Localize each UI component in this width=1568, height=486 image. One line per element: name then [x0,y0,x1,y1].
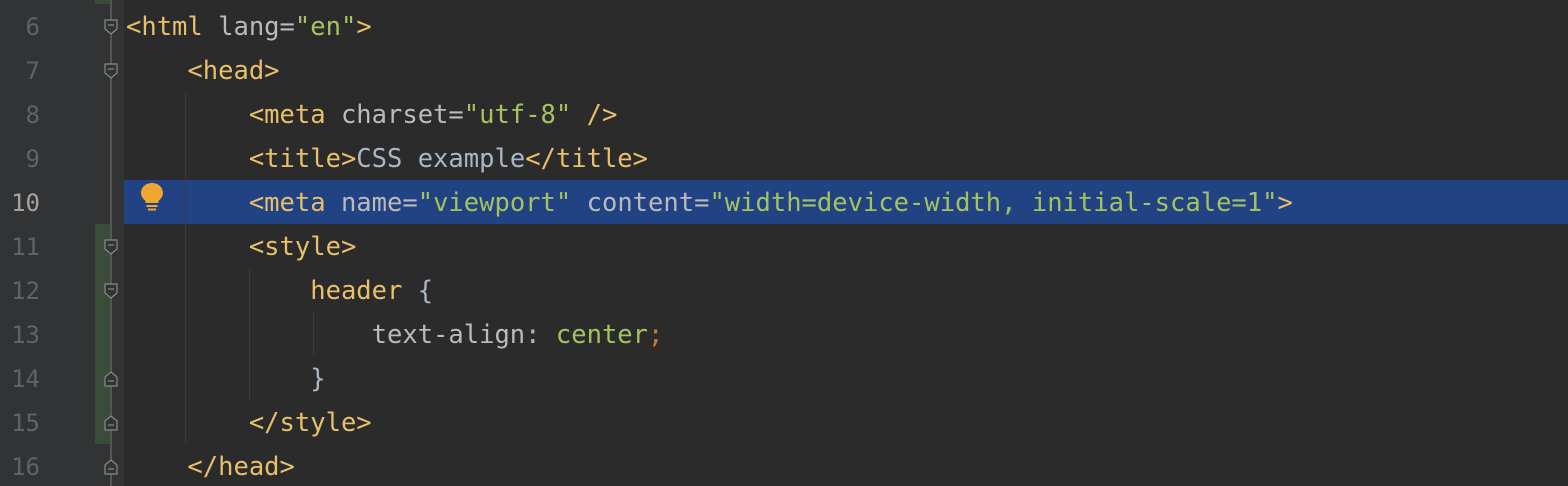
code-token: <meta [248,100,341,130]
lightbulb-icon[interactable] [139,182,165,212]
code-token: } [310,364,326,394]
code-token: <html [126,12,219,42]
code-token: </title> [525,144,649,174]
code-token: charset= [340,100,464,130]
code-token: ; [648,320,664,350]
fold-close-icon[interactable] [104,415,118,431]
code-text[interactable]: </style> [126,401,372,445]
code-text[interactable]: text-align: center; [126,313,664,357]
line-number[interactable]: 9 [0,137,40,181]
code-text[interactable]: <meta charset="utf-8" /> [126,93,617,137]
code-token: "en" [294,12,357,42]
fold-open-icon[interactable] [104,19,118,35]
code-token: name= [340,188,418,218]
code-token: <style> [248,232,357,262]
line-number[interactable]: 14 [0,357,40,401]
code-text[interactable]: <style> [126,225,356,269]
code-text[interactable]: </head> [126,445,295,486]
code-token: lang= [218,12,295,42]
code-text[interactable]: <head> [126,49,280,93]
code-text[interactable]: <meta name="viewport" content="width=dev… [126,181,1293,225]
line-number[interactable]: 11 [0,225,40,269]
vcs-change-marker[interactable] [95,0,110,4]
code-editor[interactable]: 6 <html lang="en"> 7 <head> 8 <meta charset… [0,0,1568,486]
line-number[interactable]: 8 [0,93,40,137]
code-text[interactable]: header { [126,269,433,313]
code-token: header [310,276,403,306]
code-token: content= [586,188,710,218]
line-number[interactable]: 6 [0,5,40,49]
line-number[interactable]: 10 [0,181,40,225]
fold-close-icon[interactable] [104,371,118,387]
line-number[interactable]: 7 [0,49,40,93]
code-token: > [356,12,372,42]
code-token: { [402,276,434,306]
code-text[interactable]: <html lang="en"> [126,5,372,49]
code-token: text-align [371,320,526,350]
code-token: <head> [187,56,280,86]
fold-open-icon[interactable] [104,239,118,255]
code-token: : [525,320,556,350]
code-text[interactable]: <title>CSS example</title> [126,137,648,181]
fold-open-icon[interactable] [104,63,118,79]
fold-close-icon[interactable] [104,459,118,475]
code-token: <title> [248,144,357,174]
code-token: /> [571,100,618,130]
line-number[interactable]: 12 [0,269,40,313]
code-token: "width=device-width, initial-scale=1" [709,188,1278,218]
code-token: "viewport" [417,188,572,218]
vcs-change-marker[interactable] [95,224,110,444]
line-number[interactable]: 13 [0,313,40,357]
code-token: CSS example [356,144,526,174]
fold-open-icon[interactable] [104,283,118,299]
line-number[interactable]: 16 [0,445,40,486]
line-number[interactable]: 15 [0,401,40,445]
code-token: </style> [248,408,372,438]
code-token: <meta [248,188,341,218]
code-token: "utf-8" [463,100,572,130]
code-token: </head> [187,452,295,482]
code-text[interactable]: } [126,357,326,401]
code-token: > [1277,188,1293,218]
code-token: center [555,320,649,350]
